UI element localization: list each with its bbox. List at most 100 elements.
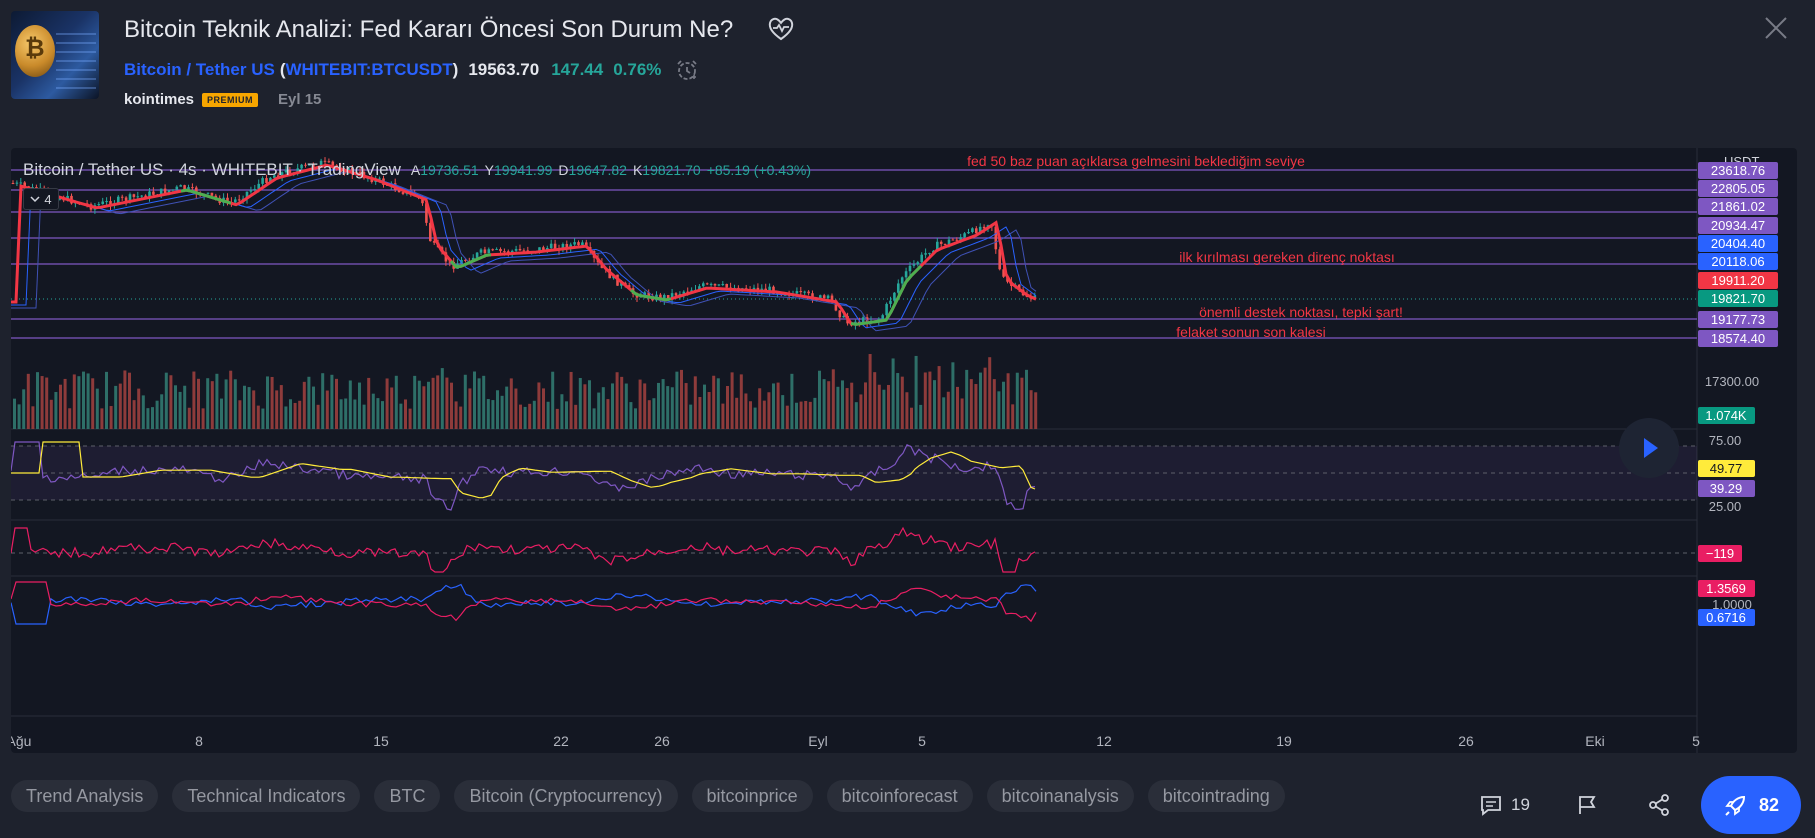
chart-canvas[interactable]: USDT23618.7622805.0521861.0220934.472040…: [11, 148, 1797, 753]
candle-body: [725, 284, 728, 288]
volume-bar: [758, 388, 762, 429]
volume-bar: [762, 400, 766, 429]
volume-bar: [298, 400, 302, 429]
candle-body: [495, 248, 498, 250]
volume-bar: [390, 387, 394, 429]
volume-bar: [799, 401, 803, 429]
volume-bar: [302, 381, 306, 429]
tag-chip[interactable]: BTC: [374, 780, 441, 812]
volume-bar: [827, 381, 831, 429]
tag-chip[interactable]: bitcoinforecast: [826, 780, 973, 812]
tag-chip[interactable]: Trend Analysis: [11, 780, 159, 812]
time-axis-tick: 26: [1458, 733, 1474, 749]
volume-bar: [36, 372, 39, 429]
volume-bar: [956, 386, 959, 429]
volume-bar: [997, 391, 1001, 429]
volume-bar: [868, 354, 872, 429]
last-price: 19563.70: [468, 60, 540, 79]
volume-bar: [601, 387, 605, 429]
volume-bar: [629, 402, 633, 429]
candle-body: [881, 315, 884, 319]
volume-bar: [137, 388, 141, 429]
candle-body: [943, 243, 947, 245]
boost-button[interactable]: 82: [1701, 776, 1801, 834]
volume-bar: [818, 370, 821, 429]
volume-bar: [1034, 392, 1038, 429]
volume-bar: [643, 383, 647, 429]
bitcoin-icon: ₿: [25, 35, 45, 62]
volume-bar: [611, 383, 614, 429]
volume-bar: [1011, 404, 1015, 429]
volume-bar: [26, 373, 30, 429]
indicators-collapse-button[interactable]: 4: [23, 188, 59, 210]
play-button[interactable]: [1619, 418, 1679, 478]
price-change: 147.44: [551, 60, 604, 79]
candle-body: [975, 228, 978, 234]
idea-thumbnail[interactable]: ₿: [11, 11, 99, 99]
volume-bar: [923, 372, 927, 429]
volume-bar: [266, 376, 269, 429]
volume-bar: [992, 379, 996, 429]
ohlc-key: A: [410, 162, 421, 178]
volume-bar: [275, 390, 279, 429]
time-axis-tick: 5: [918, 733, 926, 749]
volume-bar: [132, 400, 136, 429]
volume-bar: [385, 378, 389, 429]
tag-chip[interactable]: Technical Indicators: [172, 780, 361, 812]
candle-body: [713, 283, 717, 286]
volume-bar: [463, 374, 467, 429]
volume-bar: [514, 388, 518, 429]
close-icon[interactable]: [1762, 14, 1790, 42]
volume-bar: [1025, 369, 1028, 429]
candle-body: [120, 196, 124, 198]
chart-annotation: felaket sonun son kalesi: [1176, 324, 1325, 340]
volume-bar: [854, 402, 858, 429]
candle-body: [553, 243, 557, 249]
volume-bar: [229, 370, 233, 429]
tag-chip[interactable]: bitcoinanalysis: [986, 780, 1134, 812]
volume-bar: [735, 397, 739, 429]
volume-bar: [808, 401, 812, 429]
volume-bar: [210, 381, 214, 429]
volume-bar: [726, 385, 729, 429]
report-action[interactable]: [1576, 776, 1598, 834]
rsi-tick-lower: 25.00: [1709, 499, 1742, 514]
candle-body: [924, 253, 927, 255]
volume-bar: [624, 383, 628, 429]
volume-bar: [431, 377, 435, 429]
symbol-code-link[interactable]: WHITEBIT:BTCUSDT: [285, 60, 452, 80]
candle-body: [717, 284, 721, 286]
candle-body: [826, 295, 830, 299]
symbol-name-link[interactable]: Bitcoin / Tether US: [124, 60, 275, 80]
tag-chip[interactable]: bitcointrading: [1147, 780, 1285, 812]
tag-chip[interactable]: Bitcoin (Cryptocurrency): [454, 780, 678, 812]
volume-bar: [933, 380, 936, 429]
candle-body: [967, 231, 970, 234]
candle-body: [889, 300, 892, 304]
heart-pulse-icon[interactable]: [767, 16, 795, 42]
share-action[interactable]: [1647, 776, 1671, 834]
volume-bar: [620, 376, 624, 429]
tag-chip[interactable]: bitcoinprice: [691, 780, 813, 812]
comments-action[interactable]: 19: [1479, 776, 1530, 834]
volume-bar: [450, 382, 453, 429]
volume-bar: [109, 406, 113, 429]
time-axis-tick: 8: [195, 733, 203, 749]
volume-bar: [804, 400, 808, 429]
volume-bar: [680, 369, 683, 429]
volume-bar: [13, 398, 16, 429]
candle-body: [939, 241, 943, 244]
volume-bar: [284, 406, 288, 429]
volume-bar: [528, 403, 532, 429]
price-level-value: 20404.40: [1711, 236, 1765, 251]
volume-bar: [17, 404, 21, 429]
volume-bar: [615, 372, 619, 429]
chart-area[interactable]: USDT 23618.76 22805.05 21861.02 20934.47 2040…: [11, 148, 1797, 753]
volume-bar: [358, 382, 361, 429]
time-axis-tick: 5: [1692, 733, 1700, 749]
volume-bar: [951, 362, 955, 429]
alarm-clock-icon[interactable]: [675, 58, 699, 82]
author-name[interactable]: kointimes: [124, 91, 194, 108]
candle-body: [838, 310, 842, 318]
volume-bar: [707, 392, 711, 429]
